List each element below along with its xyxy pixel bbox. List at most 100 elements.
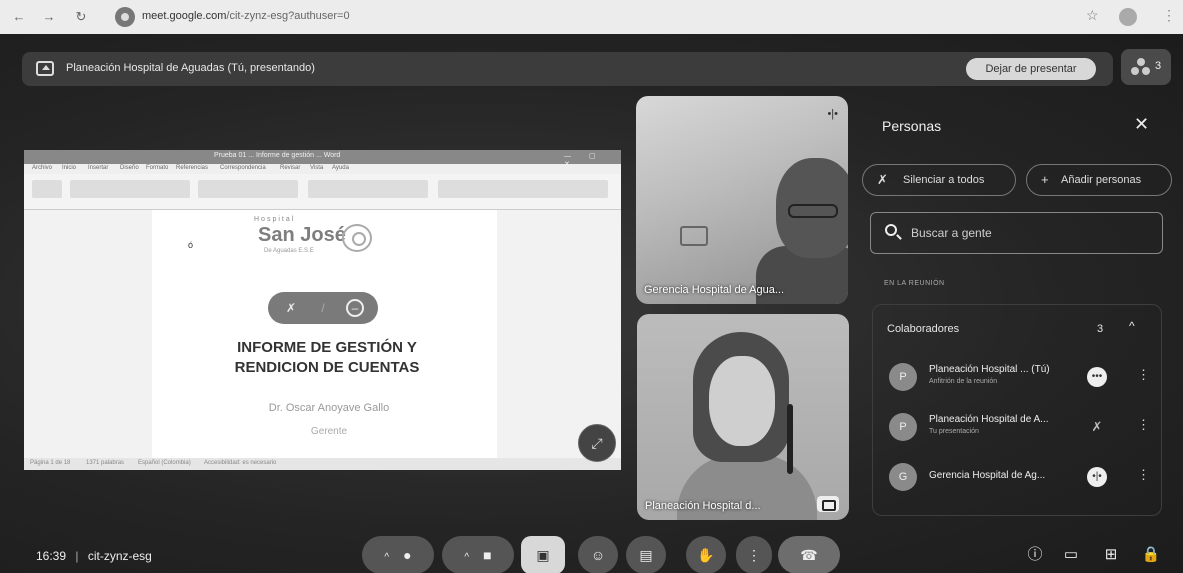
chat-icon[interactable]: ▭ [1060,544,1082,566]
leave-call-button[interactable]: ☎ [778,536,840,573]
people-icon [1131,58,1151,76]
close-icon[interactable]: ✕ [1134,114,1149,135]
report-role: Gerente [310,426,348,437]
mute-all-button[interactable]: ✗ Silenciar a todos [862,164,1016,196]
profile-avatar[interactable] [1119,8,1137,26]
word-tab: Diseño [120,165,139,171]
meet-stage: Planeación Hospital de Aguadas (Tú, pres… [0,34,1183,573]
participant-tile[interactable]: Planeación Hospital d... [637,314,849,520]
bookmark-star-icon[interactable]: ☆ [1086,7,1099,24]
kebab-menu-icon[interactable]: ⋮ [1137,367,1150,383]
word-tab: Inicio [62,165,77,171]
report-title-line2: RENDICION DE CUENTAS [234,359,420,376]
hospital-logo-icon [342,224,372,252]
presentation-controls: ✗ / – [268,292,378,324]
back-icon[interactable]: ← [10,8,28,26]
ribbon-clipboard [32,180,62,198]
word-ribbon [24,174,621,210]
logo-name: San José [258,224,346,246]
participant-count: 3 [1155,60,1162,72]
forward-icon[interactable]: → [40,8,58,26]
captions-button[interactable]: ▤ [626,536,666,573]
participant-subtitle: Tu presentación [929,428,979,435]
avatar: P [889,413,917,441]
more-options-icon[interactable]: ••• [1087,367,1107,387]
report-title-line1: INFORME DE GESTIÓN Y [237,339,417,356]
mic-off-icon[interactable]: ✗ [282,299,300,317]
status-item: Español (Colombia) [138,460,191,466]
logo-hospital-text: Hospital [254,216,296,223]
browser-menu-icon[interactable]: ⋮ [1162,7,1176,24]
expand-icon[interactable]: ⤢ [578,424,616,462]
participant-row[interactable]: P Planeación Hospital de A... Tu present… [873,405,1163,451]
tile-name: Gerencia Hospital de Agua... [644,284,785,296]
participant-video [787,404,793,474]
emoji-button[interactable]: ☺ [578,536,618,573]
word-menu-bar: Archivo Inicio Insertar Diseño Formato R… [24,164,621,174]
camera-button[interactable]: ^ ■ [442,536,514,573]
kebab-menu-icon[interactable]: ⋮ [1137,417,1150,433]
clock-time: 16:39 [36,549,67,563]
site-info-icon[interactable] [115,7,135,27]
shared-screen: Prueba 01 ... Informe de gestión ... Wor… [24,150,621,470]
word-window-title: Prueba 01 ... Informe de gestión ... Wor… [214,152,341,159]
text-cursor-mark: ó [188,240,194,250]
browser-toolbar: ← → ↻ meet.google.com/cit-zynz-esg?authu… [0,0,1183,34]
report-author: Dr. Oscar Anoyave Gallo [268,402,390,414]
ribbon-styles [308,180,428,198]
kebab-menu-icon[interactable]: ⋮ [1137,467,1150,483]
panel-title: Personas [882,118,942,134]
meeting-code: cit-zynz-esg [87,549,152,563]
word-tab: Vista [310,165,324,171]
cam-off-icon[interactable]: / [314,299,332,317]
mic-button[interactable]: ^ ● [362,536,434,573]
word-tab: Formato [146,165,169,171]
add-people-label: Añadir personas [1061,174,1142,186]
word-tab: Archivo [32,165,53,171]
ribbon-editing [438,180,608,198]
word-tab: Referencias [176,165,209,171]
raise-hand-button[interactable]: ✋ [686,536,726,573]
collaborators-group: Colaboradores 3 ^ P Planeación Hospital … [872,304,1162,516]
address-bar[interactable]: meet.google.com/cit-zynz-esg?authuser=0 [142,10,350,22]
add-people-button[interactable]: + Añadir personas [1026,164,1172,196]
participant-name: Gerencia Hospital de Ag... [929,470,1046,481]
participant-tile[interactable]: •|• Gerencia Hospital de Agua... [636,96,848,304]
participant-row[interactable]: G Gerencia Hospital de Ag... •|• ⋮ [873,455,1163,501]
activities-icon[interactable]: ⊞ [1100,544,1122,566]
present-screen-icon [36,61,54,76]
host-controls-icon[interactable]: 🔒 [1140,544,1162,566]
participants-badge[interactable]: 3 [1121,49,1171,85]
search-input[interactable] [911,223,1151,243]
word-titlebar: Prueba 01 ... Informe de gestión ... Wor… [24,150,621,168]
stop-presenting-button[interactable]: Dejar de presentar [966,58,1096,80]
status-item: Página 1 de 18 [30,460,71,466]
word-tab: Correspondencia [220,165,266,171]
tile-name: Planeación Hospital d... [645,500,761,512]
participant-name: Planeación Hospital ... (Tú) [929,364,1050,375]
participant-video [788,204,838,218]
screen-share-icon [817,496,839,512]
word-tab: Ayuda [332,165,349,171]
audio-level-icon: •|• [827,108,838,120]
word-statusbar: Página 1 de 18 1371 palabras Español (Co… [24,458,621,470]
reload-icon[interactable]: ↻ [72,8,90,26]
presenting-banner: Planeación Hospital de Aguadas (Tú, pres… [22,52,1113,86]
group-label: Colaboradores [887,323,960,335]
mic-off-icon: ✗ [1091,419,1103,434]
more-options-button[interactable]: ⋮ [736,536,772,573]
info-icon[interactable]: ⓘ [1024,544,1046,566]
presenting-text: Planeación Hospital de Aguadas (Tú, pres… [66,62,315,74]
meeting-info: 16:39 | cit-zynz-esg [36,549,152,563]
document-area [24,210,621,458]
speaking-icon: •|• [1087,467,1107,487]
participant-row[interactable]: P Planeación Hospital ... (Tú) Anfitrión… [873,355,1163,401]
url-domain: meet.google.com [142,10,227,22]
word-tab: Insertar [88,165,109,171]
participant-subtitle: Anfitrión de la reunión [929,378,998,385]
chevron-up-icon[interactable]: ^ [1129,319,1135,333]
present-button[interactable]: ▣ [521,536,565,573]
report-title: INFORME DE GESTIÓN Y RENDICION DE CUENTA… [207,338,447,378]
stop-icon[interactable]: – [346,299,364,317]
search-field[interactable] [870,212,1163,254]
